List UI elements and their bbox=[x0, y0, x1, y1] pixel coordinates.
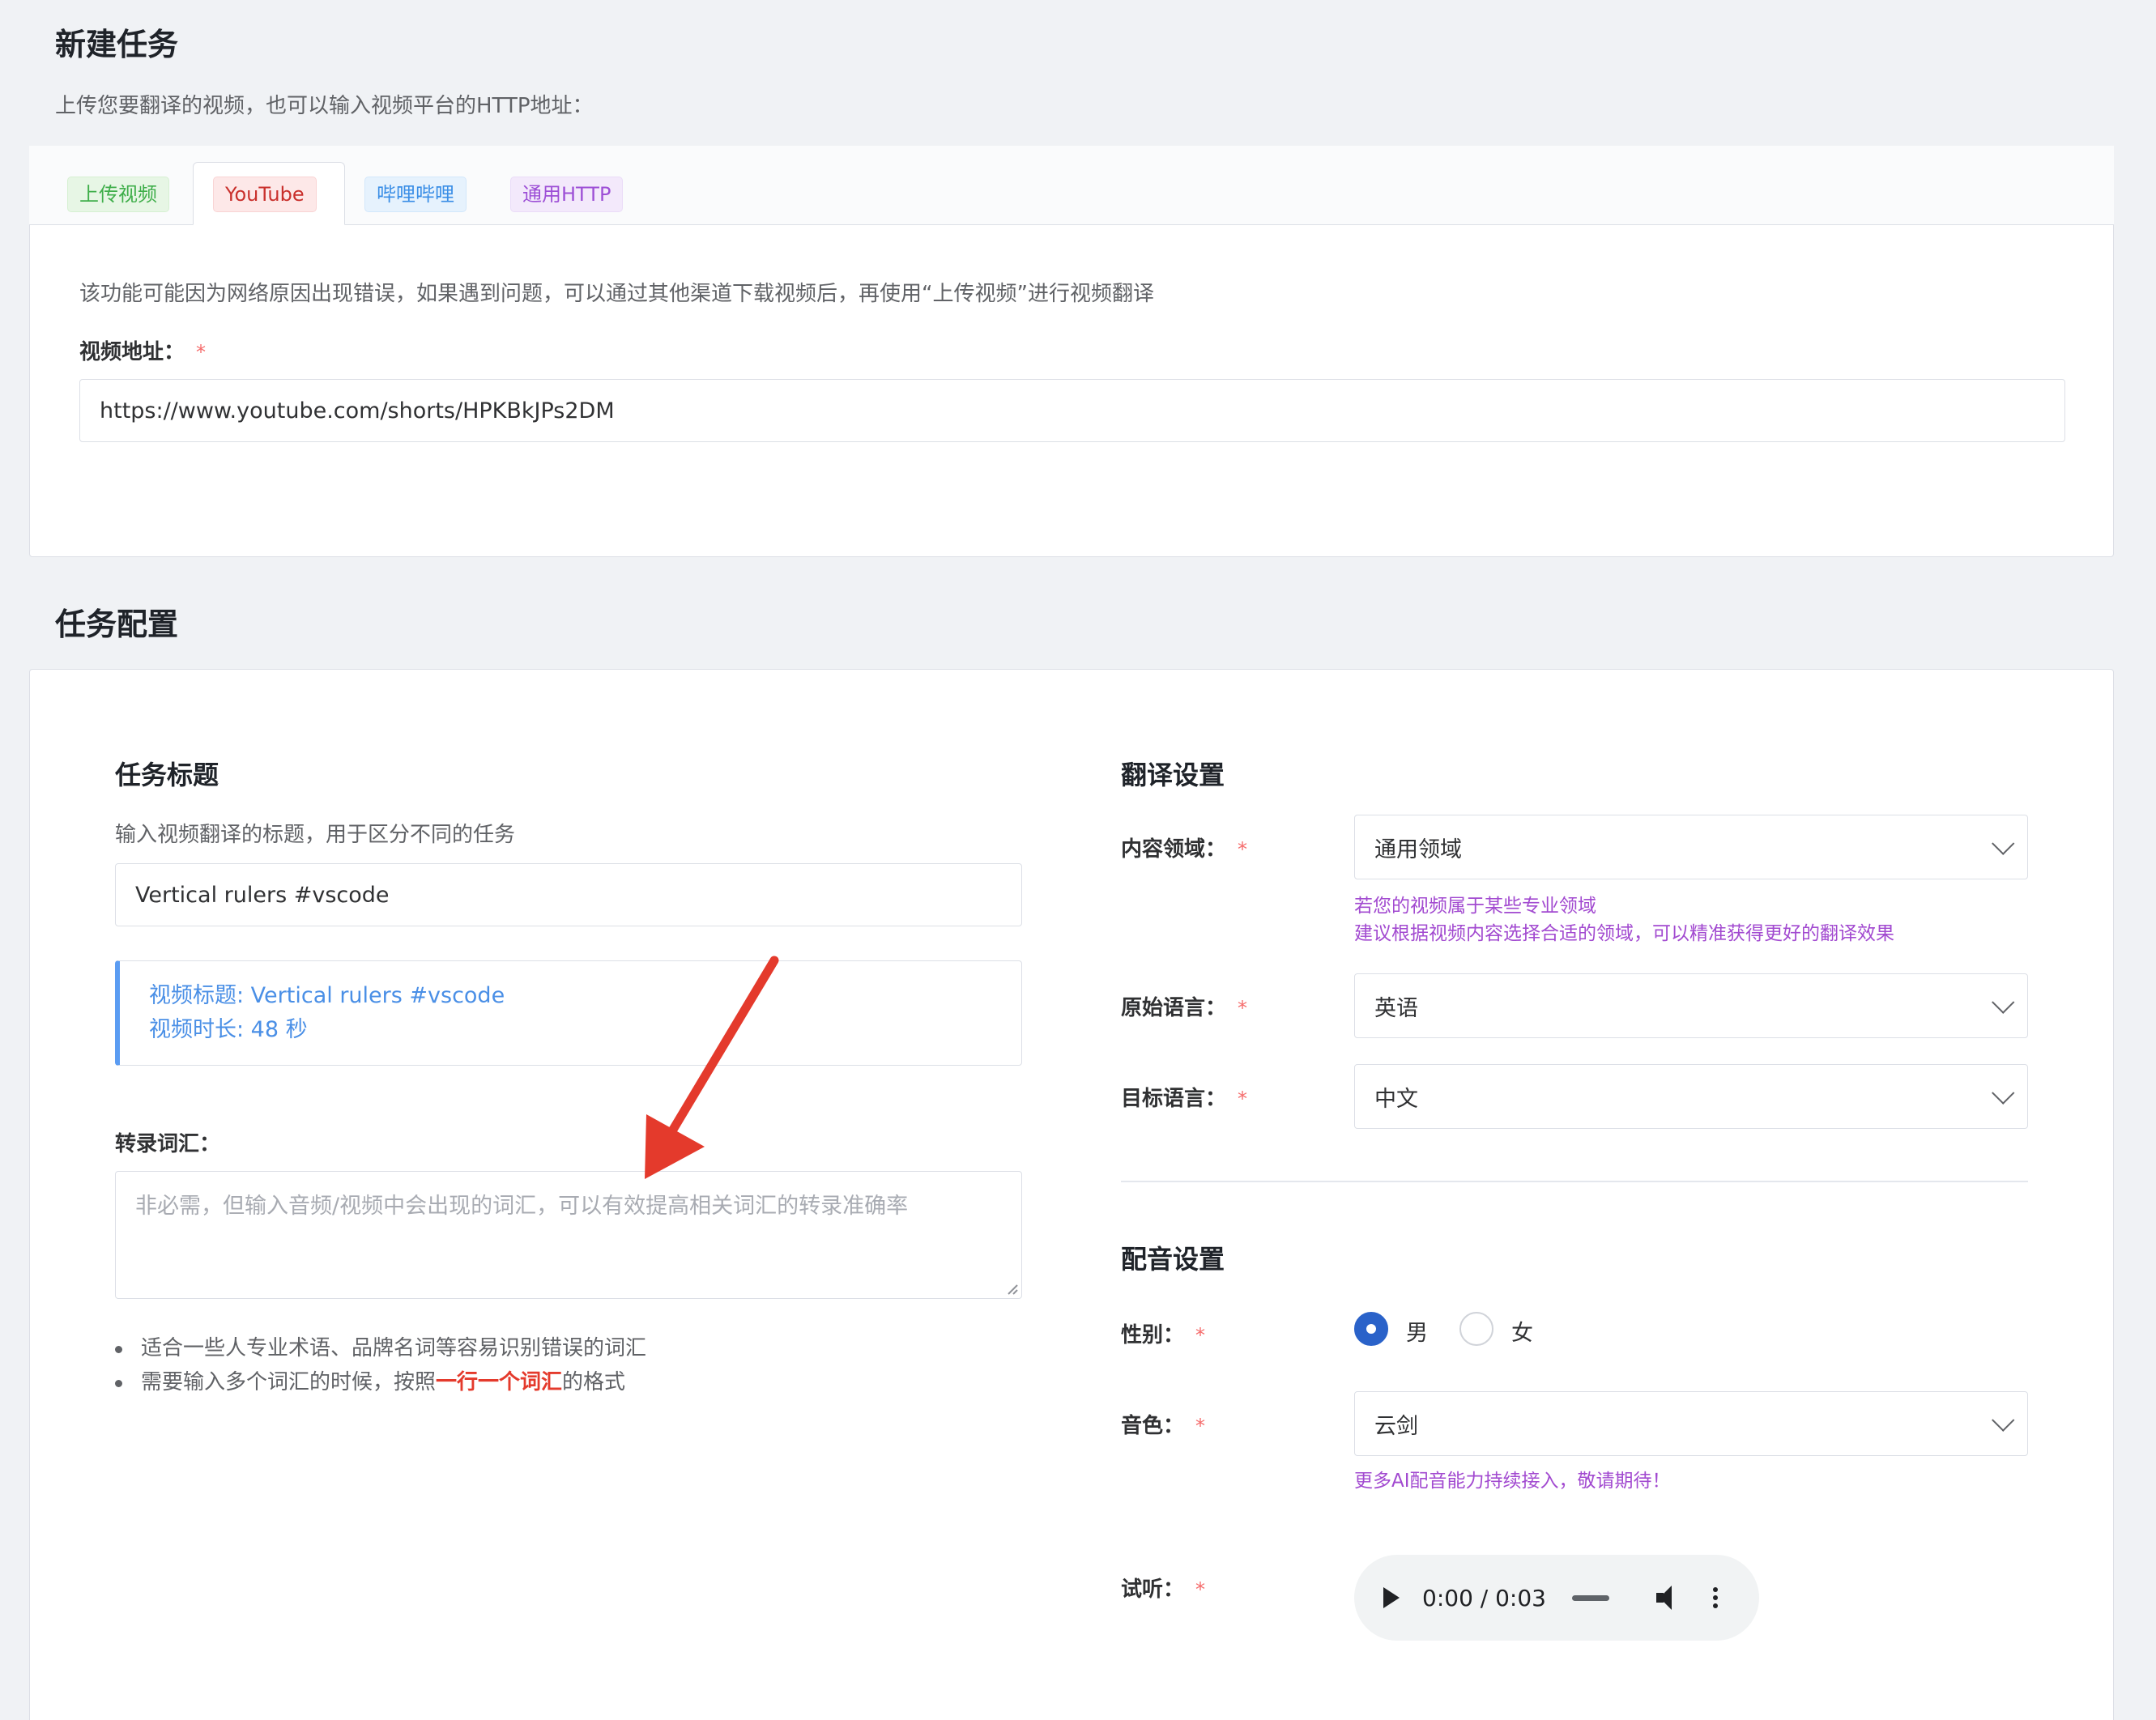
voice-hint: 更多AI配音能力持续接入，敬请期待！ bbox=[1354, 1471, 1671, 1492]
gender-female-label[interactable]: 女 bbox=[1511, 1315, 1533, 1347]
vocabulary-label: 转录词汇： bbox=[115, 1132, 221, 1156]
domain-hint: 若您的视频属于某些专业领域 建议根据视频内容选择合适的领域，可以精准获得更好的翻… bbox=[1354, 892, 1894, 947]
required-mark: * bbox=[1238, 838, 1248, 861]
domain-hint-line-1: 若您的视频属于某些专业领域 bbox=[1354, 896, 1596, 917]
section-divider bbox=[1121, 1181, 2028, 1182]
tab-http[interactable]: 通用HTTP bbox=[510, 177, 624, 212]
gender-female-radio[interactable] bbox=[1459, 1312, 1493, 1346]
task-title-heading: 任务标题 bbox=[115, 760, 219, 790]
source-lang-label: 原始语言： bbox=[1121, 996, 1227, 1020]
vocabulary-tip-1: 适合一些人专业术语、品牌名词等容易识别错误的词汇 bbox=[110, 1331, 646, 1365]
task-title-value: Vertical rulers #vscode bbox=[135, 882, 390, 908]
voice-select[interactable]: 云剑 bbox=[1354, 1391, 2028, 1456]
network-notice: 该功能可能因为网络原因出现错误，如果遇到问题，可以通过其他渠道下载视频后，再使用… bbox=[79, 282, 1154, 306]
tip-highlight: 一行一个词汇 bbox=[436, 1370, 563, 1394]
source-language-select[interactable]: 英语 bbox=[1354, 973, 2028, 1038]
resize-handle-icon[interactable] bbox=[1005, 1282, 1018, 1295]
translation-heading: 翻译设置 bbox=[1121, 760, 1225, 790]
domain-hint-line-2: 建议根据视频内容选择合适的领域，可以精准获得更好的翻译效果 bbox=[1354, 923, 1894, 944]
tab-upload-video[interactable]: 上传视频 bbox=[67, 177, 169, 212]
more-options-icon[interactable] bbox=[1713, 1587, 1718, 1608]
domain-select[interactable]: 通用领域 bbox=[1354, 815, 2028, 879]
required-mark: * bbox=[1238, 997, 1248, 1020]
volume-icon[interactable] bbox=[1656, 1586, 1684, 1610]
voice-label: 音色： bbox=[1121, 1414, 1185, 1438]
required-mark: * bbox=[1195, 1415, 1206, 1437]
video-url-input[interactable]: https://www.youtube.com/shorts/HPKBkJPs2… bbox=[79, 379, 2065, 442]
task-title-input[interactable]: Vertical rulers #vscode bbox=[115, 863, 1022, 926]
video-title-info: 视频标题: Vertical rulers #vscode bbox=[149, 983, 505, 1008]
chevron-down-icon bbox=[1992, 1408, 2015, 1432]
video-duration-info: 视频时长: 48 秒 bbox=[149, 1017, 308, 1042]
required-mark: * bbox=[1238, 1088, 1248, 1110]
video-info-box: 视频标题: Vertical rulers #vscode 视频时长: 48 秒 bbox=[115, 960, 1022, 1066]
chevron-down-icon bbox=[1992, 990, 2015, 1014]
gender-male-label[interactable]: 男 bbox=[1406, 1315, 1428, 1347]
url-label-row: 视频地址： * bbox=[79, 335, 206, 365]
gender-male-radio[interactable] bbox=[1354, 1312, 1388, 1346]
vocabulary-tips: 适合一些人专业术语、品牌名词等容易识别错误的词汇 需要输入多个词汇的时候，按照一… bbox=[110, 1331, 646, 1399]
target-lang-label-row: 目标语言： * bbox=[1121, 1082, 1247, 1112]
voice-label-row: 音色： * bbox=[1121, 1409, 1205, 1439]
annotation-arrow-icon bbox=[645, 956, 779, 1179]
gender-label-row: 性别： * bbox=[1121, 1318, 1205, 1348]
vocabulary-tip-2: 需要输入多个词汇的时候，按照一行一个词汇的格式 bbox=[110, 1365, 646, 1399]
gender-label: 性别： bbox=[1121, 1323, 1185, 1347]
tab-bilibili[interactable]: 哔哩哔哩 bbox=[364, 177, 467, 212]
chevron-down-icon bbox=[1992, 832, 2015, 855]
target-lang-label: 目标语言： bbox=[1121, 1087, 1227, 1111]
audio-player: 0:00 / 0:03 bbox=[1354, 1555, 1759, 1641]
tab-youtube[interactable]: YouTube bbox=[213, 177, 317, 212]
required-mark: * bbox=[1195, 1324, 1206, 1347]
url-label: 视频地址： bbox=[79, 340, 185, 364]
source-tabs: 上传视频 YouTube 哔哩哔哩 通用HTTP bbox=[29, 146, 2114, 225]
config-section-title: 任务配置 bbox=[55, 607, 179, 642]
task-title-description: 输入视频翻译的标题，用于区分不同的任务 bbox=[115, 823, 516, 847]
required-mark: * bbox=[196, 341, 207, 364]
domain-value: 通用领域 bbox=[1374, 837, 1462, 862]
play-icon[interactable] bbox=[1383, 1587, 1400, 1608]
target-language-value: 中文 bbox=[1374, 1086, 1418, 1112]
preview-label: 试听： bbox=[1121, 1577, 1185, 1602]
voice-value: 云剑 bbox=[1374, 1413, 1418, 1439]
dubbing-heading: 配音设置 bbox=[1121, 1244, 1225, 1275]
required-mark: * bbox=[1195, 1578, 1206, 1601]
page-title: 新建任务 bbox=[55, 27, 179, 62]
video-url-value: https://www.youtube.com/shorts/HPKBkJPs2… bbox=[100, 398, 615, 424]
source-language-value: 英语 bbox=[1374, 995, 1418, 1021]
domain-label-row: 内容领域： * bbox=[1121, 832, 1247, 862]
audio-time: 0:00 / 0:03 bbox=[1422, 1584, 1546, 1611]
target-language-select[interactable]: 中文 bbox=[1354, 1064, 2028, 1129]
domain-label: 内容领域： bbox=[1121, 837, 1227, 862]
preview-label-row: 试听： * bbox=[1121, 1573, 1205, 1603]
audio-seek-bar[interactable] bbox=[1572, 1594, 1609, 1601]
page-subtitle: 上传您要翻译的视频，也可以输入视频平台的HTTP地址： bbox=[55, 94, 594, 118]
vocabulary-textarea[interactable]: 非必需，但输入音频/视频中会出现的词汇，可以有效提高相关词汇的转录准确率 bbox=[115, 1171, 1022, 1299]
vocabulary-placeholder: 非必需，但输入音频/视频中会出现的词汇，可以有效提高相关词汇的转录准确率 bbox=[135, 1194, 909, 1219]
chevron-down-icon bbox=[1992, 1081, 2015, 1105]
source-lang-label-row: 原始语言： * bbox=[1121, 991, 1247, 1021]
